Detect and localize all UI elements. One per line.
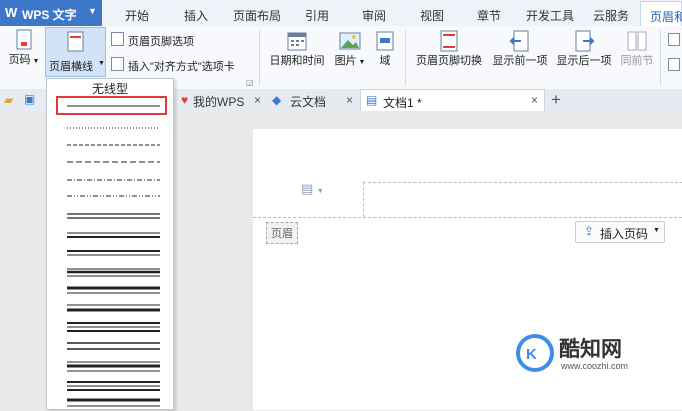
- align-tab-icon: [111, 57, 124, 71]
- tab-view[interactable]: 视图: [420, 7, 444, 24]
- line-style-thin-thick-2: [67, 304, 160, 312]
- switch-icon: [440, 30, 458, 52]
- show-next-label: 显示后一项: [556, 55, 612, 67]
- same-as-prev-button[interactable]: 同前节: [618, 30, 656, 68]
- watermark-brand: 酷知网: [559, 338, 622, 361]
- tab-document-1[interactable]: ▤ 文档1 * ×: [360, 89, 545, 111]
- line-style-wide-double: [67, 342, 160, 350]
- show-prev-label: 显示前一项: [492, 55, 548, 67]
- options-icon: [111, 32, 124, 46]
- ribbon-extra-icon-2[interactable]: [668, 58, 680, 71]
- cloud-icon: ◆: [272, 93, 282, 107]
- calendar-icon: [287, 32, 307, 51]
- insert-align-tab-label: 插入"对齐方式"选项卡: [128, 61, 235, 73]
- tab-dev-tools[interactable]: 开发工具: [526, 7, 574, 24]
- date-time-button[interactable]: 日期和时间: [266, 30, 328, 68]
- header-footer-options-label: 页眉页脚选项: [128, 36, 194, 48]
- line-style-thick-thin-thick: [67, 322, 160, 332]
- page-icon[interactable]: ▤ ▼: [301, 181, 324, 197]
- header-line-icon: [67, 31, 84, 52]
- close-icon[interactable]: ×: [346, 93, 353, 107]
- line-style-triple: [67, 268, 160, 277]
- header-line-button[interactable]: 页眉横线 ▼: [45, 27, 106, 77]
- switch-header-footer-button[interactable]: 页眉页脚切换: [412, 30, 486, 68]
- close-icon[interactable]: ×: [531, 93, 538, 107]
- selected-line-highlight: [56, 96, 167, 115]
- next-item-icon: [575, 30, 595, 52]
- header-label: 页眉: [266, 222, 298, 244]
- page-number-label: 页码: [8, 54, 31, 66]
- dialog-launcher-icon[interactable]: ◲: [246, 78, 254, 87]
- tab-cloud-service[interactable]: 云服务: [593, 7, 629, 24]
- show-prev-button[interactable]: 显示前一项: [489, 30, 551, 68]
- field-icon: [376, 31, 394, 51]
- document-page[interactable]: ▤ ▼ 页眉 ⇪ 插入页码 ▼ K 酷知网 www.coozhi.com: [253, 129, 682, 410]
- document-icon: ▤: [366, 93, 378, 107]
- show-next-button[interactable]: 显示后一项: [553, 30, 615, 68]
- app-name: WPS 文字: [22, 8, 77, 22]
- tab-page-layout[interactable]: 页面布局: [233, 7, 281, 24]
- tab-my-wps[interactable]: 我的WPS: [193, 93, 244, 110]
- chevron-down-icon: ▼: [98, 60, 105, 67]
- svg-text:K: K: [526, 346, 537, 363]
- switch-header-footer-label: 页眉页脚切换: [416, 55, 482, 67]
- header-line-label: 页眉横线: [49, 61, 93, 73]
- line-styles-list[interactable]: [47, 79, 175, 411]
- line-style-thin-thick: [67, 232, 160, 238]
- field-button[interactable]: 域: [372, 30, 398, 68]
- chevron-down-icon: ▼: [653, 227, 660, 234]
- app-menu-button[interactable]: W WPS 文字 ▼: [0, 0, 102, 26]
- save-icon[interactable]: ▣: [24, 92, 35, 106]
- folder-icon[interactable]: ▰: [4, 93, 13, 107]
- page-number-button[interactable]: 页码 ▼: [6, 29, 42, 67]
- picture-button[interactable]: 图片 ▼: [331, 30, 369, 68]
- line-style-thick-thin: [67, 250, 160, 256]
- tab-document-1-label: 文档1 *: [383, 96, 422, 110]
- insert-page-number-icon: ⇪: [584, 224, 595, 238]
- tab-start[interactable]: 开始: [125, 7, 149, 24]
- close-icon[interactable]: ×: [254, 93, 261, 107]
- tab-chapter[interactable]: 章节: [477, 7, 501, 24]
- header-divider: [253, 217, 682, 218]
- header-region[interactable]: [363, 182, 682, 217]
- line-style-heavy-multi: [67, 398, 160, 407]
- chevron-down-icon: ▼: [88, 6, 97, 16]
- new-tab-button[interactable]: +: [551, 90, 561, 110]
- date-time-label: 日期和时间: [269, 55, 325, 67]
- line-style-double: [67, 213, 160, 219]
- insert-page-number-label: 插入页码: [600, 227, 649, 241]
- same-as-prev-label: 同前节: [620, 55, 654, 67]
- menu-bar: W WPS 文字 ▼ 开始 插入 页面布局 引用 审阅 视图 章节 开发工具 云…: [0, 0, 682, 27]
- ribbon-extra-icon[interactable]: [668, 33, 680, 46]
- wps-logo-icon: W: [5, 5, 18, 20]
- prev-item-icon: [509, 30, 529, 52]
- field-label: 域: [379, 55, 391, 67]
- picture-icon: [339, 32, 361, 50]
- tab-header-footer-label: 页眉和: [650, 10, 682, 24]
- tab-cloud-docs[interactable]: 云文档: [290, 93, 326, 110]
- wps-tab-icon: ♥: [181, 93, 189, 107]
- insert-page-number-button[interactable]: ⇪ 插入页码 ▼: [575, 221, 665, 243]
- line-style-multi: [67, 381, 160, 391]
- tab-review[interactable]: 审阅: [362, 7, 386, 24]
- picture-label: 图片: [334, 55, 357, 67]
- watermark-url: www.coozhi.com: [561, 361, 629, 371]
- tab-reference[interactable]: 引用: [305, 7, 329, 24]
- header-line-dropdown: 无线型: [46, 78, 174, 410]
- line-style-heavy-triple: [67, 361, 160, 372]
- coozhi-logo-icon: K: [516, 334, 554, 372]
- tab-header-footer[interactable]: 页眉和: [640, 1, 682, 26]
- tab-insert[interactable]: 插入: [184, 7, 208, 24]
- page-number-icon: [16, 29, 32, 50]
- same-as-prev-icon: [627, 31, 647, 51]
- line-style-thick-thin-2: [67, 286, 160, 294]
